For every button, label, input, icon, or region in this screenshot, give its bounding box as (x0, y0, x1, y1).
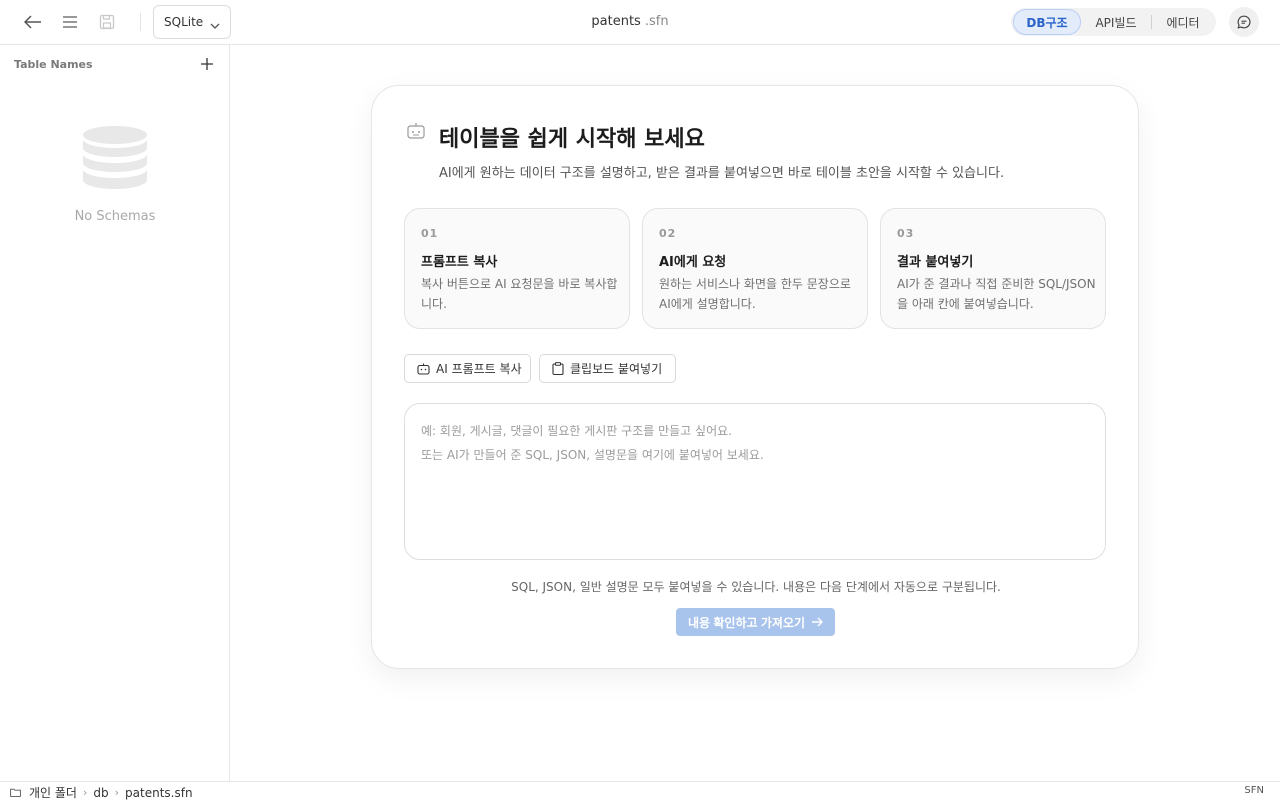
step-title: 결과 붙여넣기 (897, 255, 974, 270)
chat-icon[interactable] (1229, 7, 1259, 37)
step-description: 복사 버튼으로 AI 요청문을 바로 복사합니다. (421, 277, 618, 311)
confirm-import-label: 내용 확인하고 가져오기 (687, 615, 806, 630)
step-number: 01 (421, 227, 439, 240)
paste-clipboard-button[interactable]: 클립보드 붙여넣기 (539, 354, 676, 383)
status-label: SFN (1244, 785, 1264, 796)
sidebar: Table Names No Schemas (0, 45, 230, 781)
page-subtitle: AI에게 원하는 데이터 구조를 설명하고, 받은 결과를 붙여넣으면 바로 테… (439, 166, 1005, 181)
step-card: 01 프롬프트 복사 복사 버튼으로 AI 요청문을 바로 복사합니다. (404, 208, 630, 329)
step-description: 원하는 서비스나 화면을 한두 문장으로 AI에게 설명합니다. (659, 277, 851, 311)
robot-icon (406, 122, 426, 144)
copy-ai-prompt-button[interactable]: AI 프롬프트 복사 (404, 354, 531, 383)
page-title: 테이블을 쉽게 시작해 보세요 (439, 127, 705, 152)
robot-icon (417, 363, 430, 375)
tab-api-build[interactable]: API빌드 (1081, 9, 1151, 35)
arrow-right-icon (811, 617, 824, 627)
schema-input-textarea[interactable] (404, 403, 1106, 560)
input-hint: SQL, JSON, 일반 설명문 모두 붙여넣을 수 있습니다. 내용은 다음… (511, 580, 1001, 594)
step-title: AI에게 요청 (659, 255, 727, 270)
empty-state-text: No Schemas (74, 209, 156, 224)
step-description: AI가 준 결과나 직접 준비한 SQL/JSON을 아래 칸에 붙여넣습니다. (897, 277, 1096, 311)
view-mode-switch: DB구조 API빌드 에디터 (1011, 8, 1216, 36)
breadcrumb-item[interactable]: 개인 폴더 (29, 784, 77, 800)
database-icon (82, 125, 148, 195)
step-card: 02 AI에게 요청 원하는 서비스나 화면을 한두 문장으로 AI에게 설명합… (642, 208, 868, 329)
chevron-right-icon: › (82, 786, 88, 799)
step-number: 03 (897, 227, 915, 240)
quick-start-card: 테이블을 쉽게 시작해 보세요 AI에게 원하는 데이터 구조를 설명하고, 받… (371, 85, 1139, 669)
step-title: 프롬프트 복사 (421, 255, 498, 270)
tab-editor[interactable]: 에디터 (1152, 9, 1214, 35)
folder-icon (10, 788, 21, 797)
paste-clipboard-label: 클립보드 붙여넣기 (570, 362, 663, 376)
top-bar: SQLite patents .sfn DB구조 API빌드 에디터 (0, 0, 1280, 45)
confirm-import-button[interactable]: 내용 확인하고 가져오기 (676, 608, 835, 636)
clipboard-icon (552, 362, 564, 375)
breadcrumb-item[interactable]: patents.sfn (125, 786, 193, 800)
breadcrumb: 개인 폴더 › db › patents.sfn (10, 784, 193, 800)
tab-db-structure[interactable]: DB구조 (1013, 9, 1081, 35)
sidebar-title: Table Names (14, 58, 93, 71)
breadcrumb-item[interactable]: db (93, 786, 108, 800)
step-card: 03 결과 붙여넣기 AI가 준 결과나 직접 준비한 SQL/JSON을 아래… (880, 208, 1106, 329)
add-table-icon[interactable] (199, 56, 215, 72)
file-extension: .sfn (644, 14, 669, 29)
status-bar: 개인 폴더 › db › patents.sfn SFN (0, 781, 1280, 800)
file-name: patents (591, 14, 641, 29)
copy-ai-prompt-label: AI 프롬프트 복사 (436, 362, 522, 376)
chevron-right-icon: › (114, 786, 120, 799)
step-number: 02 (659, 227, 677, 240)
